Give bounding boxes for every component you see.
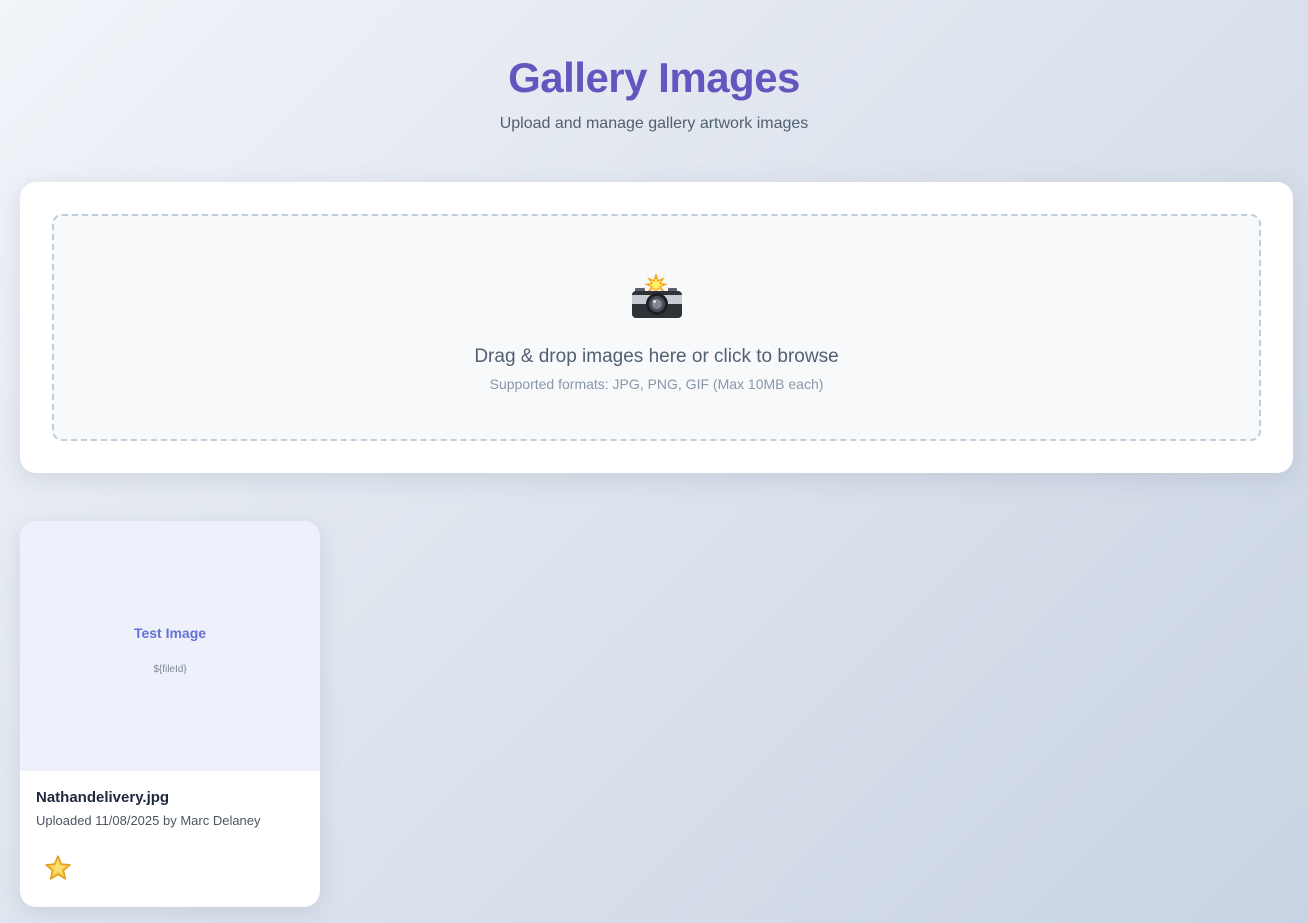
- preview-title: Test Image: [133, 625, 207, 641]
- gallery-image-card[interactable]: Test Image ${fileId} Nathandelivery.jpg …: [20, 521, 320, 907]
- image-preview[interactable]: Test Image ${fileId}: [20, 521, 320, 771]
- upload-dropzone[interactable]: Drag & drop images here or click to brow…: [52, 214, 1261, 441]
- camera-flash-icon: [54, 272, 1259, 320]
- preview-file-id: ${fileId}: [153, 664, 187, 675]
- page-header: Gallery Images Upload and manage gallery…: [0, 52, 1308, 134]
- dropzone-prompt: Drag & drop images here or click to brow…: [474, 346, 839, 367]
- favorite-button[interactable]: [38, 851, 78, 885]
- page-subtitle: Upload and manage gallery artwork images: [499, 115, 809, 132]
- image-upload-meta: Uploaded 11/08/2025 by Marc Delaney: [36, 813, 261, 828]
- image-file-name: Nathandelivery.jpg: [36, 789, 170, 806]
- page-title: Gallery Images: [508, 54, 800, 101]
- image-info: Nathandelivery.jpg Uploaded 11/08/2025 b…: [20, 771, 320, 907]
- star-icon: [45, 855, 71, 880]
- dropzone-formats: Supported formats: JPG, PNG, GIF (Max 10…: [489, 376, 824, 392]
- upload-card: Drag & drop images here or click to brow…: [20, 182, 1293, 473]
